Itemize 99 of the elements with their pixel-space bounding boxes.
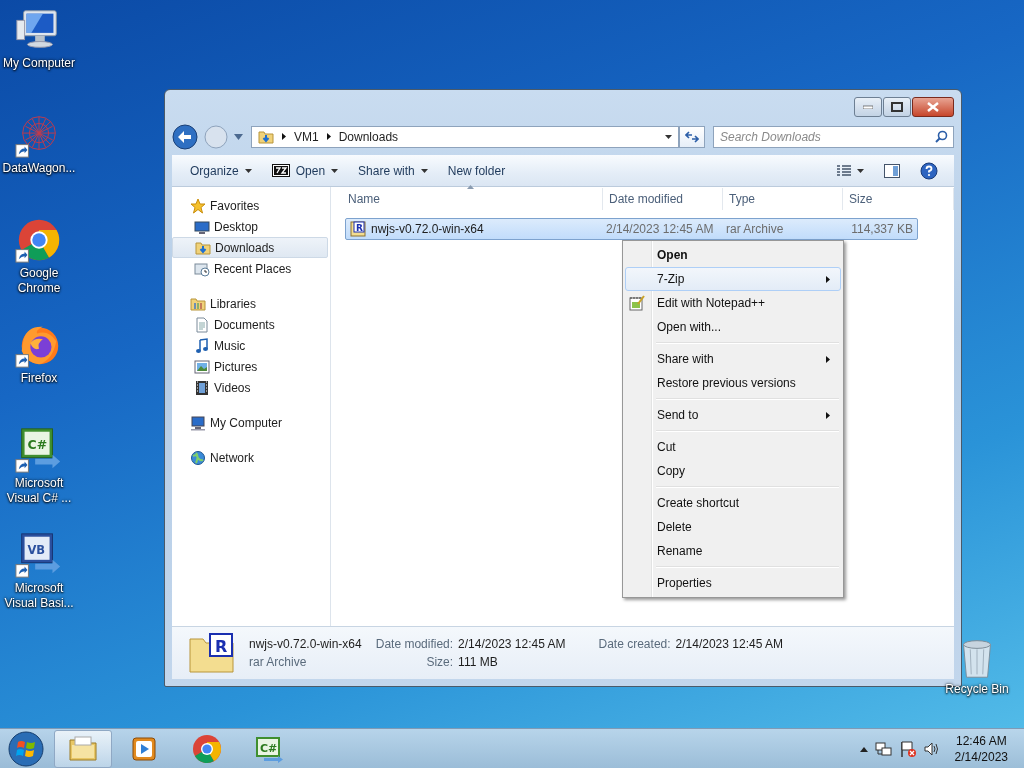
desktop-icon-label[interactable]: Microsoft Visual Basi...: [0, 581, 78, 611]
sidebar-item[interactable]: Downloads: [172, 237, 328, 259]
network-icon: [190, 449, 206, 466]
caret-icon: [420, 168, 428, 173]
menu-item[interactable]: 7-Zip: [625, 267, 841, 291]
sidebar-item[interactable]: Pictures: [172, 356, 328, 378]
archive-file-icon: R: [350, 221, 366, 238]
column-header[interactable]: Name: [331, 188, 603, 211]
refresh-icon: [685, 130, 699, 143]
sidebar-item[interactable]: Libraries: [172, 293, 328, 315]
close-icon: [927, 101, 939, 112]
menu-item[interactable]: Edit with Notepad++: [625, 291, 841, 315]
desktop-icon-label[interactable]: Google Chrome: [0, 266, 78, 296]
menu-item[interactable]: Rename: [625, 539, 841, 563]
recent-icon: [194, 260, 210, 277]
caret-icon: [857, 168, 864, 173]
desktop-icon: [194, 218, 210, 235]
toolbar-button[interactable]: New folder: [439, 159, 514, 182]
detail-value: 2/14/2023 12:45 AM: [675, 636, 783, 651]
clock[interactable]: 12:46 AM 2/14/2023: [954, 732, 1008, 765]
file-row[interactable]: R nwjs-v0.72.0-win-x64 2/14/2023 12:45 AM rar Archive 114,337 KB: [345, 218, 918, 241]
menu-item[interactable]: Share with: [625, 347, 841, 371]
menu-item[interactable]: Copy: [625, 459, 841, 483]
sort-arrow-icon: [466, 185, 474, 190]
detail-value: 2/14/2023 12:45 AM: [458, 636, 566, 651]
breadcrumb-item[interactable]: VM1: [294, 129, 319, 144]
menu-item[interactable]: Cut: [625, 435, 841, 459]
history-caret-icon[interactable]: [234, 133, 243, 140]
size-cell-text: 114,337 KB: [850, 222, 914, 237]
menu-item[interactable]: Open with...: [625, 315, 841, 339]
sidebar-item[interactable]: Network: [172, 447, 328, 469]
help-icon: [920, 161, 938, 180]
sidebar-item[interactable]: Documents: [172, 314, 328, 336]
notepad-icon: [629, 295, 645, 311]
desktop-icon-label[interactable]: DataWagon...: [0, 161, 78, 176]
caret-icon: [331, 168, 339, 173]
sidebar-item[interactable]: Videos: [172, 377, 328, 399]
videos-icon: [194, 379, 210, 396]
menu-item[interactable]: Restore previous versions: [625, 371, 841, 395]
action-center-flag-icon[interactable]: [898, 739, 917, 758]
desktop-icon-label[interactable]: My Computer: [0, 56, 78, 71]
documents-icon: [194, 316, 210, 333]
breadcrumb-arrow-icon: [326, 133, 331, 141]
folder-download-icon: [258, 128, 274, 145]
toolbar-button[interactable]: Share with: [350, 159, 436, 182]
file-type: rar Archive: [249, 654, 308, 669]
toolbar-button[interactable]: Organize: [182, 159, 260, 182]
detail-label: Date created:: [597, 636, 671, 651]
caret-icon: [665, 134, 672, 139]
maximize-icon: [891, 101, 903, 112]
detail-label: Size:: [425, 654, 454, 669]
file-name: nwjs-v0.72.0-win-x64: [371, 222, 484, 237]
search-field[interactable]: Search Downloads: [713, 125, 954, 148]
type-cell-text: rar Archive: [725, 222, 785, 237]
address-bar[interactable]: VM1 Downloads: [251, 125, 679, 148]
sidebar-item[interactable]: Favorites: [172, 195, 328, 217]
detail-value: 111 MB: [458, 654, 499, 669]
refresh-button[interactable]: [679, 125, 705, 148]
taskbar-button[interactable]: C#: [240, 729, 298, 768]
menu-item[interactable]: Send to: [625, 403, 841, 427]
sidebar-item[interactable]: Desktop: [172, 216, 328, 238]
file-name: nwjs-v0.72.0-win-x64: [249, 636, 362, 651]
column-header[interactable]: Date modified: [603, 188, 723, 211]
menu-item[interactable]: Create shortcut: [625, 491, 841, 515]
menu-item[interactable]: Delete: [625, 515, 841, 539]
star-icon: [190, 197, 206, 214]
pictures-icon: [194, 358, 210, 375]
breadcrumb-arrow-icon: [282, 133, 286, 141]
desktop-icon-label[interactable]: Firefox: [0, 371, 78, 386]
submenu-arrow-icon: [826, 411, 830, 419]
menu-item[interactable]: Properties: [625, 571, 841, 595]
submenu-arrow-icon: [826, 275, 830, 283]
back-button[interactable]: [172, 123, 200, 150]
preview-pane-icon: [884, 163, 900, 178]
network-icon[interactable]: [874, 739, 893, 758]
submenu-arrow-icon: [826, 355, 830, 363]
music-icon: [194, 337, 210, 354]
sidebar-item[interactable]: Music: [172, 335, 328, 357]
minimize-icon: [863, 104, 873, 109]
toolbar-button[interactable]: Open: [263, 159, 347, 182]
start-button[interactable]: [6, 729, 46, 768]
date-cell-text: 2/14/2023 12:45 AM: [605, 222, 715, 237]
archive-app-icon: [271, 164, 290, 177]
maximize-button[interactable]: [883, 96, 911, 117]
column-header[interactable]: Type: [723, 188, 843, 211]
minimize-button[interactable]: [854, 96, 882, 117]
desktop-icon-label[interactable]: Microsoft Visual C# ...: [0, 476, 78, 506]
breadcrumb-item[interactable]: Downloads: [338, 129, 399, 144]
libraries-icon: [190, 295, 206, 312]
close-button[interactable]: [912, 96, 954, 117]
column-header[interactable]: Size: [843, 188, 954, 211]
menu-item[interactable]: Open: [625, 243, 841, 267]
sidebar-item[interactable]: Recent Places: [172, 258, 328, 280]
list-view-icon: [837, 164, 851, 177]
computer-icon: [190, 414, 206, 431]
detail-label: Date modified:: [375, 636, 454, 651]
sidebar-item[interactable]: My Computer: [172, 412, 328, 434]
caret-icon: [244, 168, 252, 173]
downloads-icon: [195, 239, 211, 256]
